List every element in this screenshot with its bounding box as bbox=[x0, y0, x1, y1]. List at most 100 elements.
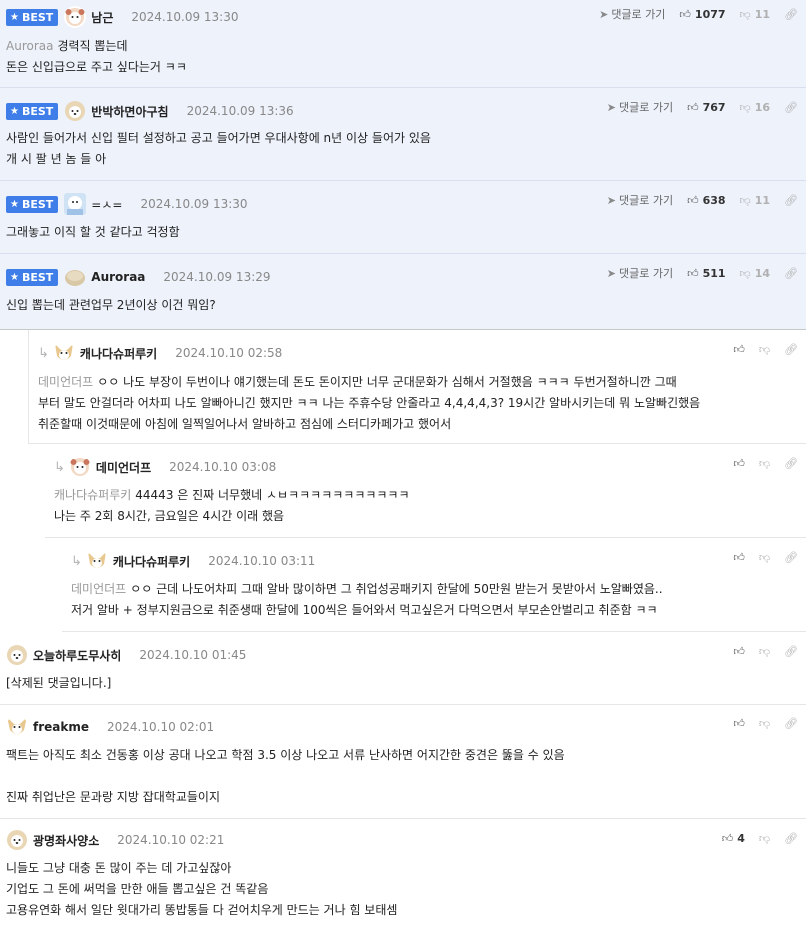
comment: 오늘하루도무사히 2024.10.10 01:45 👍︎ 👎︎ 🔗︎ [삭제된 … bbox=[0, 632, 806, 705]
comment: 광명좌사양소 2024.10.10 02:21 👍︎ 4 👎︎ 🔗︎ 니들도 그냥… bbox=[0, 819, 806, 928]
goto-comment-link[interactable]: ➤ 댓글로 가기 bbox=[607, 265, 673, 281]
comment-date: 2024.10.09 13:36 bbox=[186, 104, 294, 118]
thumb-down-icon: 👎︎ bbox=[739, 193, 751, 207]
avatar[interactable] bbox=[64, 266, 86, 288]
thumb-down-icon: 👎︎ bbox=[758, 456, 771, 470]
comment-date: 2024.10.10 02:21 bbox=[117, 833, 225, 847]
upvote-button[interactable]: 👍︎ bbox=[733, 717, 745, 730]
reply-comment: ↳ 캐나다슈퍼루키 2024.10.10 03:11 👍︎ 👎︎ 🔗︎ 데미언더… bbox=[62, 538, 806, 632]
avatar[interactable] bbox=[6, 829, 28, 851]
downvote-button[interactable]: 👎︎ bbox=[759, 343, 770, 356]
star-icon: ★ bbox=[10, 105, 19, 117]
upvote-button[interactable]: 👍︎ bbox=[733, 551, 745, 564]
reply-target: 데미언더프 bbox=[71, 582, 127, 596]
upvote-button[interactable]: 👍︎ 511 bbox=[687, 267, 725, 280]
reply-arrow-icon: ↳ bbox=[38, 345, 49, 361]
reply-target: Auroraa bbox=[6, 39, 54, 53]
avatar[interactable] bbox=[64, 6, 87, 28]
comment-date: 2024.10.09 13:29 bbox=[163, 270, 271, 284]
upvote-button[interactable]: 👍︎ 4 bbox=[722, 832, 745, 845]
thumb-down-icon: 👎︎ bbox=[739, 266, 751, 280]
comment-body: 신입 뽑는데 관련업무 2년이상 이건 뭐임? bbox=[6, 298, 216, 312]
comment-author[interactable]: freakme bbox=[33, 720, 89, 734]
reply-target: 데미언더프 bbox=[38, 375, 94, 389]
comment-date: 2024.10.10 02:58 bbox=[175, 346, 283, 360]
link-icon[interactable]: 🔗︎ bbox=[784, 551, 798, 564]
goto-comment-link[interactable]: ➤ 댓글로 가기 bbox=[599, 6, 665, 22]
comment-author[interactable]: Auroraa bbox=[91, 270, 145, 284]
downvote-button[interactable]: 👎︎ 11 bbox=[740, 194, 770, 207]
comment-author[interactable]: 광명좌사양소 bbox=[33, 832, 99, 849]
thumb-up-icon: 👍︎ bbox=[687, 193, 699, 207]
thumb-up-icon: 👍︎ bbox=[687, 100, 699, 114]
reply-comment: ↳ 캐나다슈퍼루키 2024.10.10 02:58 👍︎ 👎︎ 🔗︎ 데미언더… bbox=[28, 330, 806, 444]
downvote-button[interactable]: 👎︎ bbox=[759, 832, 770, 845]
downvote-button[interactable]: 👎︎ 14 bbox=[740, 267, 770, 280]
comment-author[interactable]: 오늘하루도무사히 bbox=[33, 647, 121, 664]
comment-author[interactable]: 남근 bbox=[91, 9, 113, 26]
goto-comment-link[interactable]: ➤ 댓글로 가기 bbox=[607, 192, 673, 208]
link-icon[interactable]: 🔗︎ bbox=[784, 8, 798, 21]
comment-body: 그래놓고 이직 할 것 같다고 걱정함 bbox=[6, 225, 180, 239]
downvote-button[interactable]: 👎︎ bbox=[759, 551, 770, 564]
thumb-down-icon: 👎︎ bbox=[758, 716, 771, 730]
avatar[interactable] bbox=[86, 550, 108, 572]
link-icon[interactable]: 🔗︎ bbox=[784, 645, 798, 658]
avatar[interactable] bbox=[64, 193, 87, 215]
link-icon[interactable]: 🔗︎ bbox=[784, 267, 798, 280]
comment-best-1: ★ BEST 남근 2024.10.09 13:30 ➤ 댓글로 가기 👍︎ 1077… bbox=[0, 0, 806, 88]
reply-comment: ↳ 데미언더프 2024.10.10 03:08 👍︎ 👎︎ 🔗︎ 캐나다슈퍼루… bbox=[45, 444, 806, 538]
best-badge: ★ BEST bbox=[6, 268, 59, 286]
send-icon: ➤ bbox=[599, 7, 609, 21]
comment-date: 2024.10.09 13:30 bbox=[140, 197, 248, 211]
downvote-button[interactable]: 👎︎ 11 bbox=[740, 8, 770, 21]
goto-comment-link[interactable]: ➤ 댓글로 가기 bbox=[607, 99, 673, 115]
downvote-button[interactable]: 👎︎ bbox=[759, 457, 770, 470]
avatar[interactable] bbox=[64, 100, 86, 122]
comment-body: 팩트는 아직도 최소 건동홍 이상 공대 나오고 학점 3.5 이상 나오고 서… bbox=[6, 748, 565, 804]
link-icon[interactable]: 🔗︎ bbox=[784, 194, 798, 207]
upvote-button[interactable]: 👍︎ bbox=[733, 343, 745, 356]
link-icon[interactable]: 🔗︎ bbox=[784, 343, 798, 356]
avatar[interactable] bbox=[69, 456, 91, 478]
star-icon: ★ bbox=[10, 11, 19, 23]
send-icon: ➤ bbox=[606, 100, 616, 114]
upvote-button[interactable]: 👍︎ 1077 bbox=[679, 8, 725, 21]
send-icon: ➤ bbox=[606, 266, 616, 280]
thumb-down-icon: 👎︎ bbox=[758, 342, 771, 356]
upvote-button[interactable]: 👍︎ 767 bbox=[687, 101, 725, 114]
comment-author[interactable]: 캐나다슈퍼루키 bbox=[113, 553, 190, 570]
star-icon: ★ bbox=[10, 271, 19, 283]
comment-body: 캐나다슈퍼루키 44443 은 진짜 너무했네 ㅅㅂㅋㅋㅋㅋㅋㅋㅋㅋㅋㅋㅋ 나는 … bbox=[54, 488, 410, 523]
comment-author[interactable]: =ㅅ= bbox=[91, 196, 122, 213]
comment-author[interactable]: 캐나다슈퍼루키 bbox=[80, 345, 157, 362]
best-badge: ★ BEST bbox=[6, 195, 59, 213]
thumb-up-icon: 👍︎ bbox=[733, 716, 745, 730]
comment-date: 2024.10.09 13:30 bbox=[131, 10, 239, 24]
thumb-down-icon: 👎︎ bbox=[739, 7, 751, 21]
upvote-button[interactable]: 👍︎ bbox=[733, 645, 745, 658]
avatar[interactable] bbox=[53, 342, 75, 364]
comment-author[interactable]: 반박하면아구침 bbox=[91, 103, 168, 120]
thumb-up-icon: 👍︎ bbox=[733, 456, 745, 470]
link-icon[interactable]: 🔗︎ bbox=[784, 717, 798, 730]
link-icon[interactable]: 🔗︎ bbox=[784, 832, 798, 845]
link-icon[interactable]: 🔗︎ bbox=[784, 101, 798, 114]
upvote-button[interactable]: 👍︎ bbox=[733, 457, 745, 470]
downvote-button[interactable]: 👎︎ bbox=[759, 645, 770, 658]
thumb-down-icon: 👎︎ bbox=[758, 644, 771, 658]
downvote-button[interactable]: 👎︎ bbox=[759, 717, 770, 730]
link-icon[interactable]: 🔗︎ bbox=[784, 457, 798, 470]
comment-best-4: ★ BEST Auroraa 2024.10.09 13:29 ➤ 댓글로 가기 👍… bbox=[0, 254, 806, 330]
avatar[interactable] bbox=[6, 716, 28, 738]
best-badge: ★ BEST bbox=[6, 102, 59, 120]
upvote-button[interactable]: 👍︎ 638 bbox=[687, 194, 725, 207]
comment-author[interactable]: 데미언더프 bbox=[96, 459, 151, 476]
thumb-down-icon: 👎︎ bbox=[739, 100, 751, 114]
best-badge: ★ BEST bbox=[6, 8, 59, 26]
comment: freakme 2024.10.10 02:01 👍︎ 👎︎ 🔗︎ 팩트는 아직… bbox=[0, 705, 806, 819]
comment-date: 2024.10.10 03:08 bbox=[169, 460, 277, 474]
thumb-up-icon: 👍︎ bbox=[733, 550, 745, 564]
avatar[interactable] bbox=[6, 644, 28, 666]
downvote-button[interactable]: 👎︎ 16 bbox=[740, 101, 770, 114]
